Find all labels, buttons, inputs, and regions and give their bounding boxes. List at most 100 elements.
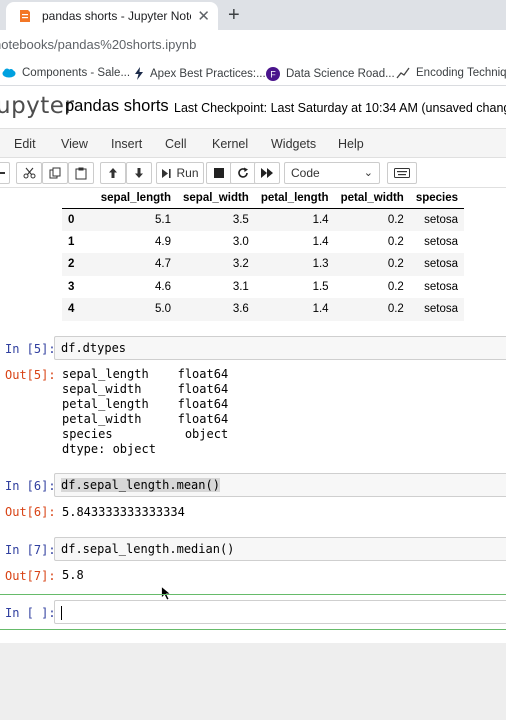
table-cell: 0.2: [334, 298, 410, 321]
index-header: [62, 188, 82, 209]
notebook-area: sepal_length sepal_width petal_length pe…: [0, 188, 506, 643]
move-down-button[interactable]: [126, 162, 152, 184]
cell-output: 5.8: [62, 568, 84, 582]
table-row: 2 4.7 3.2 1.3 0.2 setosa: [62, 253, 465, 276]
row-index: 3: [68, 280, 75, 293]
copy-button[interactable]: [42, 162, 68, 184]
keyboard-icon: [394, 168, 410, 178]
input-prompt: In [5]:: [5, 342, 56, 356]
code-input[interactable]: df.sepal_length.mean(): [54, 473, 506, 497]
table-cell: 3.2: [177, 253, 255, 276]
menubar: Edit View Insert Cell Kernel Widgets Hel…: [0, 128, 506, 158]
menu-insert[interactable]: Insert: [111, 137, 142, 151]
menu-widgets[interactable]: Widgets: [271, 137, 316, 151]
notebook-name[interactable]: pandas shorts: [65, 97, 169, 116]
menu-help[interactable]: Help: [338, 137, 364, 151]
bookmarks-bar: Components - Sale... Apex Best Practices…: [0, 62, 506, 86]
interrupt-button[interactable]: [206, 162, 232, 184]
table-cell: 1.3: [254, 253, 335, 276]
browser-tab[interactable]: pandas shorts - Jupyter Notebook ✕: [6, 2, 218, 30]
svg-text:F: F: [270, 70, 276, 80]
jupyter-header: upyter pandas shorts Last Checkpoint: La…: [0, 86, 506, 128]
bookmark-label: Components - Sale...: [22, 67, 131, 79]
refresh-icon: [238, 167, 248, 178]
column-header: species: [409, 188, 465, 209]
table-row: 0 5.1 3.5 1.4 0.2 setosa: [62, 208, 465, 231]
move-up-button[interactable]: [100, 162, 126, 184]
selected-code-text: df.sepal_length.mean(): [61, 478, 220, 492]
save-button[interactable]: [0, 162, 10, 184]
table-cell: 0.2: [334, 208, 410, 231]
arrow-up-icon: [109, 168, 117, 178]
table-row: 1 4.9 3.0 1.4 0.2 setosa: [62, 231, 464, 254]
data-science-logo-icon: F: [266, 67, 280, 81]
stop-icon: [214, 168, 224, 178]
bookmark-data-science[interactable]: F Data Science Road...: [266, 67, 395, 81]
code-input[interactable]: df.sepal_length.median(): [54, 537, 506, 561]
url-text[interactable]: notebooks/pandas%20shorts.ipynb: [0, 37, 196, 52]
table-cell: 3.5: [177, 208, 255, 231]
bookmark-label: Data Science Road...: [286, 68, 395, 80]
command-palette-button[interactable]: [387, 162, 417, 184]
column-header: sepal_length: [82, 188, 177, 209]
table-cell: setosa: [424, 235, 459, 248]
cell-output: 5.843333333333334: [62, 505, 185, 519]
step-forward-icon: [162, 168, 172, 178]
new-tab-button[interactable]: +: [228, 4, 240, 27]
arrow-down-icon: [135, 168, 143, 178]
table-cell: 1.4: [254, 208, 335, 231]
code-input[interactable]: [54, 600, 506, 624]
bookmark-label: Encoding Techniques: [416, 67, 506, 79]
chart-line-icon: [396, 67, 410, 79]
output-prompt: Out[5]:: [5, 368, 56, 382]
cell-type-select[interactable]: Code ⌄: [284, 162, 380, 184]
menu-edit[interactable]: Edit: [14, 137, 36, 151]
text-cursor: [61, 605, 62, 620]
dataframe-table: sepal_length sepal_width petal_length pe…: [62, 188, 465, 321]
table-header-row: sepal_length sepal_width petal_length pe…: [62, 188, 465, 209]
checkpoint-text: Last Checkpoint: Last Saturday at 10:34 …: [174, 101, 418, 115]
table-cell: 0.2: [387, 280, 404, 293]
jupyter-logo[interactable]: upyter: [0, 93, 74, 119]
bookmark-apex[interactable]: Apex Best Practices:...: [134, 67, 266, 80]
bookmark-encoding[interactable]: Encoding Techniques: [396, 67, 506, 79]
row-index: 1: [68, 235, 75, 248]
menu-view[interactable]: View: [61, 137, 88, 151]
table-cell: 4.6: [155, 280, 171, 293]
bookmark-components[interactable]: Components - Sale...: [2, 67, 130, 79]
menu-kernel[interactable]: Kernel: [212, 137, 248, 151]
run-button[interactable]: Run: [156, 162, 204, 184]
table-cell: 1.4: [254, 298, 335, 321]
fast-forward-icon: [260, 168, 273, 178]
browser-tab-strip: pandas shorts - Jupyter Notebook ✕ +: [0, 0, 506, 30]
table-cell: 4.9: [155, 235, 171, 248]
table-row: 3 4.6 3.1 1.5 0.2 setosa: [62, 276, 464, 299]
input-prompt: In [ ]:: [5, 606, 56, 620]
chevron-down-icon: ⌄: [363, 167, 373, 179]
tab-close-icon[interactable]: ✕: [197, 7, 210, 25]
salesforce-cloud-icon: [2, 68, 16, 78]
output-prompt: Out[7]:: [5, 569, 56, 583]
paste-button[interactable]: [68, 162, 94, 184]
cell-type-value: Code: [291, 166, 320, 180]
bookmark-label: Apex Best Practices:...: [150, 67, 266, 80]
checkpoint-status: Last Checkpoint: Last Saturday at 10:34 …: [174, 101, 506, 115]
copy-icon: [49, 167, 61, 179]
scissors-icon: [23, 167, 35, 179]
row-index: 4: [62, 298, 82, 321]
restart-run-all-button[interactable]: [254, 162, 280, 184]
paste-icon: [75, 167, 87, 179]
table-cell: 3.6: [177, 298, 255, 321]
cut-button[interactable]: [16, 162, 42, 184]
table-cell: setosa: [409, 253, 465, 276]
restart-button[interactable]: [230, 162, 256, 184]
table-cell: setosa: [409, 208, 465, 231]
table-row: 4 5.0 3.6 1.4 0.2 setosa: [62, 298, 465, 321]
table-cell: 0.2: [334, 253, 410, 276]
table-cell: 1.4: [312, 235, 329, 248]
code-input[interactable]: df.dtypes: [54, 336, 506, 360]
menu-cell[interactable]: Cell: [165, 137, 187, 151]
notebook-toolbar: Run Code ⌄: [0, 158, 506, 188]
column-header: petal_length: [254, 188, 335, 209]
unsaved-text: (unsaved changes): [421, 101, 506, 115]
